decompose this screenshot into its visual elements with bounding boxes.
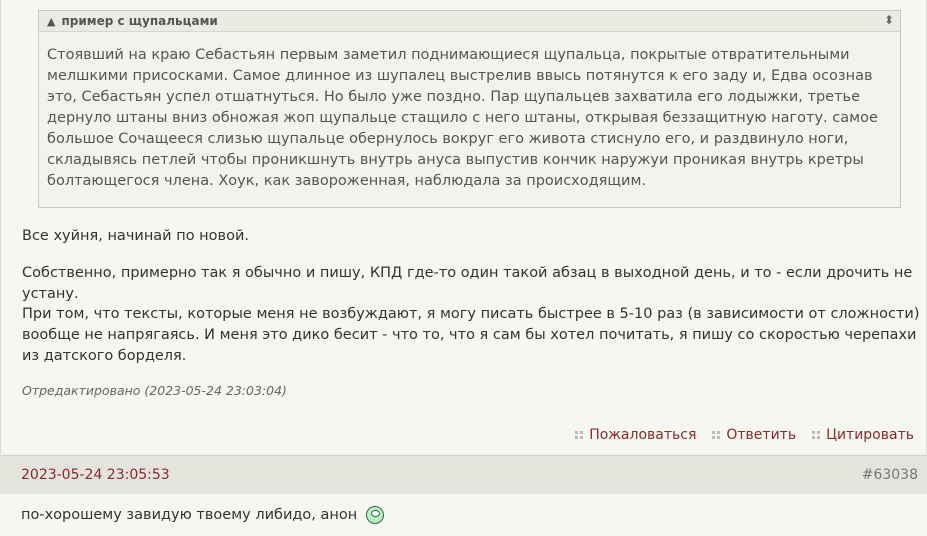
next-post-body: по-хорошему завидую твоему либидо, анон — [0, 494, 927, 536]
dots-icon — [575, 431, 584, 439]
triangle-up-icon: ▲ — [47, 14, 56, 28]
reply-link[interactable]: Ответить — [712, 427, 796, 443]
spoiler-block: ▲ пример с щупальцами ⬍ Стоявший на краю… — [38, 10, 901, 208]
spoiler-title: пример с щупальцами — [61, 14, 218, 28]
edited-note: Отредактировано (2023-05-24 23:03:04) — [22, 383, 287, 398]
post-actions: Пожаловаться Ответить Цитировать — [575, 427, 914, 443]
dots-icon — [712, 431, 721, 439]
quote-label: Цитировать — [826, 427, 914, 443]
dots-icon — [812, 431, 821, 439]
post-paragraph: Собственно, примерно так я обычно и пишу… — [22, 265, 913, 302]
next-post-text-wrap: по-хорошему завидую твоему либидо, анон — [21, 506, 385, 524]
post: ▲ пример с щупальцами ⬍ Стоявший на краю… — [0, 0, 927, 454]
spoiler-toggle[interactable]: ▲ пример с щупальцами ⬍ — [39, 11, 900, 32]
reply-label: Ответить — [726, 427, 797, 443]
post-line: Все хуйня, начинай по новой. — [22, 228, 249, 244]
smiley-icon — [366, 506, 385, 524]
next-post-text: по-хорошему завидую твоему либидо, анон — [21, 507, 358, 523]
post-date-link[interactable]: 2023-05-24 23:05:53 — [21, 467, 170, 483]
report-label: Пожаловаться — [589, 427, 697, 443]
spoiler-text: Стоявший на краю Себастьян первым замети… — [47, 47, 878, 189]
post-number-link[interactable]: #63038 — [862, 467, 918, 483]
post-header: 2023-05-24 23:05:53 #63038 — [0, 455, 927, 495]
report-link[interactable]: Пожаловаться — [575, 427, 696, 443]
post-paragraph: При том, что тексты, которые меня не воз… — [22, 306, 920, 364]
quote-link[interactable]: Цитировать — [812, 427, 914, 443]
resize-icon[interactable]: ⬍ — [884, 13, 894, 27]
